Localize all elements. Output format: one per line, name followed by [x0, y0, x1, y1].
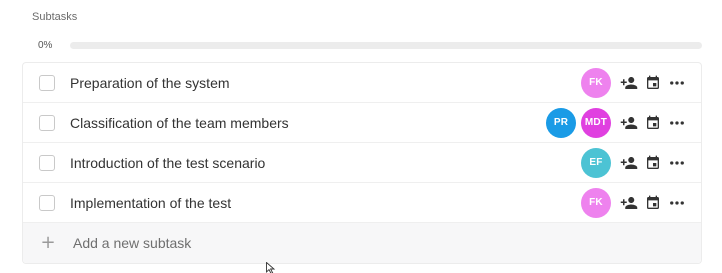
assignee-avatars: PR MDT — [541, 107, 611, 138]
calendar-icon[interactable] — [641, 191, 665, 215]
more-icon[interactable] — [665, 111, 689, 135]
assignee-avatars: EF — [576, 147, 611, 178]
subtask-checkbox[interactable] — [39, 154, 55, 171]
subtask-row[interactable]: Preparation of the system FK — [23, 63, 701, 103]
add-person-icon[interactable] — [617, 71, 641, 95]
subtask-label[interactable]: Implementation of the test — [70, 195, 576, 211]
subtask-list: Preparation of the system FK Classificat… — [22, 62, 702, 264]
more-icon[interactable] — [665, 151, 689, 175]
calendar-icon[interactable] — [641, 111, 665, 135]
mouse-cursor-icon — [266, 262, 276, 273]
avatar[interactable]: EF — [581, 147, 611, 178]
subtask-label[interactable]: Introduction of the test scenario — [70, 155, 576, 171]
calendar-icon[interactable] — [641, 71, 665, 95]
avatar[interactable]: FK — [581, 67, 611, 98]
progress-row: 0% — [38, 38, 702, 52]
avatar[interactable]: FK — [581, 187, 611, 218]
progress-label: 0% — [38, 39, 53, 51]
calendar-icon[interactable] — [641, 151, 665, 175]
subtask-row[interactable]: Classification of the team members PR MD… — [23, 103, 701, 143]
add-person-icon[interactable] — [617, 191, 641, 215]
add-subtask-row[interactable]: + Add a new subtask — [23, 223, 701, 263]
subtask-label[interactable]: Classification of the team members — [70, 115, 541, 131]
subtask-checkbox[interactable] — [39, 74, 55, 91]
assignee-avatars: FK — [576, 67, 611, 98]
progress-bar — [70, 41, 702, 49]
plus-icon[interactable]: + — [40, 234, 56, 252]
subtask-label[interactable]: Preparation of the system — [70, 75, 576, 91]
subtasks-title: Subtasks — [32, 11, 78, 23]
subtask-row[interactable]: Introduction of the test scenario EF — [23, 143, 701, 183]
assignee-avatars: FK — [576, 187, 611, 218]
add-subtask-label[interactable]: Add a new subtask — [73, 235, 191, 251]
more-icon[interactable] — [665, 191, 689, 215]
avatar[interactable]: PR — [546, 107, 576, 138]
add-person-icon[interactable] — [617, 151, 641, 175]
subtask-checkbox[interactable] — [39, 194, 55, 211]
more-icon[interactable] — [665, 71, 689, 95]
subtask-checkbox[interactable] — [39, 114, 55, 131]
subtask-row[interactable]: Implementation of the test FK — [23, 183, 701, 223]
add-person-icon[interactable] — [617, 111, 641, 135]
avatar[interactable]: MDT — [581, 107, 611, 138]
